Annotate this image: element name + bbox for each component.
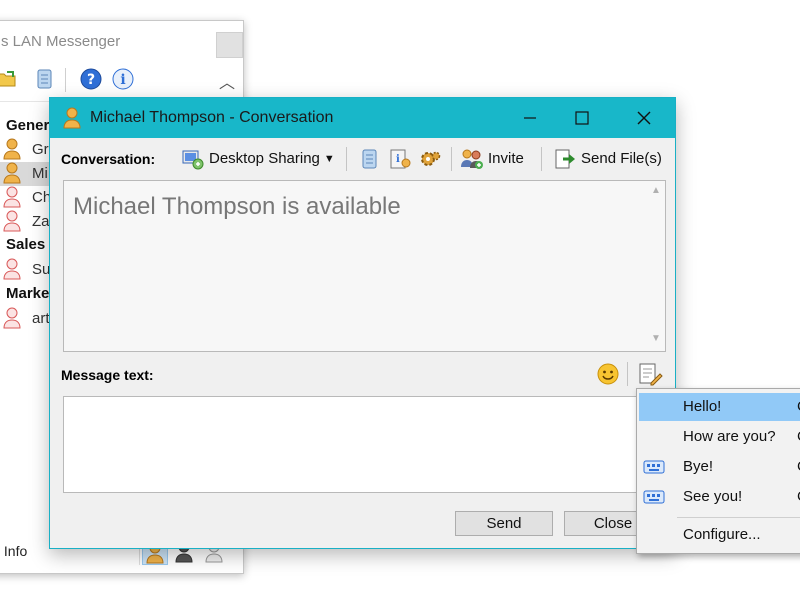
toolbar-separator <box>541 147 542 171</box>
keyboard-icon <box>643 489 665 505</box>
conversation-history[interactable]: Michael Thompson is available ▲ ▼ <box>63 180 666 352</box>
menu-item-configure[interactable]: Configure... <box>639 521 800 549</box>
send-files-button[interactable]: Send File(s) <box>553 146 668 172</box>
my-info-label[interactable]: y Info <box>0 543 27 559</box>
smiley-icon[interactable] <box>596 362 620 386</box>
toolbar-separator <box>627 362 628 386</box>
help-icon[interactable]: ? <box>79 67 103 91</box>
keyboard-icon <box>643 459 665 475</box>
maximize-button[interactable] <box>559 98 605 138</box>
toolbar-separator <box>451 147 452 171</box>
conversation-title: Michael Thompson - Conversation <box>90 109 334 126</box>
dropdown-arrow-icon: ▼ <box>323 153 335 166</box>
conversation-label: Conversation: <box>61 151 156 167</box>
contact-available-icon <box>63 107 81 129</box>
contact-available-icon <box>3 162 21 184</box>
history-button[interactable] <box>358 146 382 172</box>
minimize-button[interactable] <box>507 98 553 138</box>
send-button[interactable]: Send <box>455 511 553 536</box>
gear-icon <box>418 147 442 171</box>
menu-separator <box>677 517 800 518</box>
group-header[interactable]: Marke <box>6 285 49 302</box>
vertical-scrollbar[interactable]: ▲ ▼ <box>648 181 665 351</box>
scroll-up-icon[interactable]: ▲ <box>651 185 661 196</box>
status-message: Michael Thompson is available <box>73 193 401 220</box>
send-file-icon <box>553 147 577 171</box>
folder-icon[interactable] <box>0 67 19 91</box>
menu-item-see-you[interactable]: See you! C <box>639 483 800 511</box>
svg-text:?: ? <box>87 72 95 88</box>
invite-button[interactable]: Invite <box>460 146 540 172</box>
toolbar-separator <box>346 147 347 171</box>
desktop-sharing-icon <box>181 147 205 171</box>
group-header[interactable]: Sales <box>6 236 45 253</box>
conversation-toolbar: Conversation: Desktop Sharing ▼ i Invite… <box>50 142 675 176</box>
contact-offline-icon <box>3 307 21 329</box>
svg-text:i: i <box>120 72 125 88</box>
scroll-down-icon[interactable]: ▼ <box>651 333 661 344</box>
contact-offline-icon <box>3 186 21 208</box>
menu-item-how-are-you[interactable]: How are you? C <box>639 423 800 451</box>
info-icon[interactable]: i <box>111 67 135 91</box>
history-icon[interactable] <box>33 67 57 91</box>
main-toolbar: ? i ︿ <box>0 65 243 97</box>
group-header[interactable]: Gener <box>6 117 49 134</box>
menu-item-bye[interactable]: Bye! C <box>639 453 800 481</box>
message-text-label: Message text: <box>61 367 154 383</box>
add-contact-icon <box>460 147 484 171</box>
contact-offline-icon <box>3 210 21 232</box>
settings-button[interactable] <box>418 146 442 172</box>
main-window-title: s LAN Messenger <box>1 33 121 50</box>
svg-text:i: i <box>396 154 400 165</box>
conversation-titlebar[interactable]: Michael Thompson - Conversation <box>50 98 675 138</box>
contact-offline-icon <box>3 258 21 280</box>
quick-message-icon[interactable] <box>637 361 663 387</box>
chevron-up-icon[interactable]: ︿ <box>219 69 235 93</box>
quick-message-menu: Hello! C How are you? C Bye! C See you! … <box>636 388 800 554</box>
contact-info-button[interactable]: i <box>388 146 412 172</box>
toolbar-separator <box>65 68 66 92</box>
history-icon <box>358 147 382 171</box>
conversation-window: Michael Thompson - Conversation Conversa… <box>49 97 676 549</box>
main-window-close-button[interactable] <box>216 32 243 58</box>
desktop-sharing-button[interactable]: Desktop Sharing ▼ <box>181 146 339 172</box>
message-input[interactable] <box>63 396 663 493</box>
menu-item-hello[interactable]: Hello! C <box>639 393 800 421</box>
close-window-button[interactable] <box>621 98 667 138</box>
contact-info-icon: i <box>388 147 412 171</box>
contact-available-icon <box>3 138 21 160</box>
